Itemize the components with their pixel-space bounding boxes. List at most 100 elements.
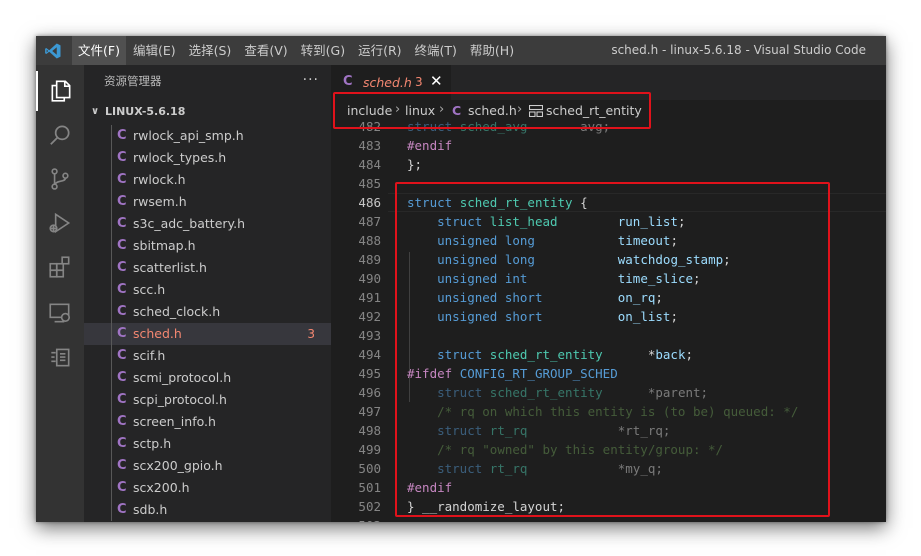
file-item[interactable]: Cscif.h — [84, 345, 331, 367]
line-number: 494 — [358, 347, 381, 362]
editor-scrollbar[interactable] — [871, 122, 885, 522]
code-line: 486 struct sched_rt_entity { — [331, 193, 886, 212]
line-number: 502 — [358, 499, 381, 514]
title-bar: 文件(F) 编辑(E) 选择(S) 查看(V) 转到(G) 运行(R) 终端(T) 帮助(H)… — [36, 36, 886, 65]
search-icon[interactable] — [36, 115, 84, 155]
breadcrumb: include › linux › C sched.h › sched_rt_e… — [331, 100, 886, 122]
line-number: 499 — [358, 442, 381, 457]
file-item[interactable]: Cscmi_protocol.h — [84, 367, 331, 389]
extensions-icon[interactable] — [36, 247, 84, 287]
file-item[interactable]: Csctp.h — [84, 433, 331, 455]
more-actions-icon[interactable]: ··· — [303, 65, 319, 95]
menu-item[interactable]: 帮助(H) — [464, 36, 520, 65]
folder-header[interactable]: ∨ LINUX-5.6.18 — [84, 101, 331, 123]
code-editor[interactable]: 482 struct sched_avg avg; 483 #endif 484}; 48… — [331, 122, 886, 522]
file-item[interactable]: Csched.h 3 — [84, 323, 331, 345]
breadcrumb-symbol[interactable]: sched_rt_entity — [546, 103, 642, 118]
menu-item[interactable]: 文件(F) — [72, 36, 126, 65]
menu-item[interactable]: 查看(V) — [238, 36, 293, 65]
c-file-icon: C — [117, 128, 127, 143]
timeline-icon[interactable] — [36, 337, 84, 377]
run-debug-icon[interactable] — [36, 203, 84, 243]
c-file-icon: C — [452, 103, 462, 118]
menu-item[interactable]: 终端(T) — [409, 36, 463, 65]
file-name: s3c_adc_battery.h — [133, 216, 246, 231]
menu-item[interactable]: 运行(R) — [352, 36, 407, 65]
c-file-icon: C — [117, 414, 127, 429]
file-item[interactable]: Cs3c_adc_battery.h — [84, 213, 331, 235]
tree-indent-guide — [111, 455, 112, 477]
code-text: unsigned short on_rq; — [437, 290, 663, 305]
c-file-icon: C — [117, 458, 127, 473]
file-name: rwlock.h — [133, 172, 186, 187]
tree-indent-guide — [111, 279, 112, 301]
code-text: }; — [407, 157, 423, 172]
file-item[interactable]: Cscpi_protocol.h — [84, 389, 331, 411]
tab-sched-h[interactable]: C sched.h 3 ✕ — [331, 65, 451, 100]
tree-indent-guide — [111, 345, 112, 367]
c-file-icon: C — [117, 150, 127, 165]
file-item[interactable]: Csched_clock.h — [84, 301, 331, 323]
file-item[interactable]: Crwlock.h — [84, 169, 331, 191]
file-item[interactable]: Cscx200.h — [84, 477, 331, 499]
c-file-icon: C — [343, 74, 353, 89]
tree-indent-guide — [111, 411, 112, 433]
code-text: struct list_head run_list; — [437, 214, 686, 229]
file-item[interactable]: Csdb.h — [84, 499, 331, 521]
code-text: unsigned int time_slice; — [437, 271, 701, 286]
file-item[interactable]: Cscatterlist.h — [84, 257, 331, 279]
code-line: 484}; — [331, 155, 886, 174]
code-text: #endif — [407, 138, 453, 153]
file-item[interactable]: Cscreen_info.h — [84, 411, 331, 433]
menu-bar: 文件(F) 编辑(E) 选择(S) 查看(V) 转到(G) 运行(R) 终端(T) 帮助(H) — [72, 36, 521, 65]
explorer-sidebar: 资源管理器 ··· ∨ LINUX-5.6.18 Crwlock_api_smp… — [84, 65, 331, 522]
tree-indent-guide — [111, 301, 112, 323]
line-number: 491 — [358, 290, 381, 305]
menu-item[interactable]: 编辑(E) — [127, 36, 182, 65]
breadcrumb-include[interactable]: include — [347, 103, 392, 118]
chevron-right-icon: › — [517, 102, 523, 117]
code-text: } __randomize_layout; — [407, 499, 566, 514]
line-number: 483 — [358, 138, 381, 153]
file-item[interactable]: Cscc.h — [84, 279, 331, 301]
file-name: rwsem.h — [133, 194, 187, 209]
code-line: 494 struct sched_rt_entity *back; — [331, 345, 886, 364]
tab-bar: C sched.h 3 ✕ — [331, 65, 886, 100]
chevron-right-icon: › — [439, 102, 445, 117]
menu-item[interactable]: 转到(G) — [295, 36, 351, 65]
tab-label: sched.h — [363, 75, 412, 90]
code-text: struct rt_rq *my_q; — [437, 461, 663, 476]
source-control-icon[interactable] — [36, 159, 84, 199]
menu-item[interactable]: 选择(S) — [183, 36, 238, 65]
code-line: 493 — [331, 326, 886, 345]
line-number: 485 — [358, 176, 381, 191]
explorer-icon[interactable] — [36, 71, 84, 111]
vscode-logo-icon — [45, 43, 61, 59]
file-item[interactable]: Crwsem.h — [84, 191, 331, 213]
activity-bar — [36, 65, 84, 522]
breadcrumb-file[interactable]: sched.h — [468, 103, 517, 118]
line-number: 497 — [358, 404, 381, 419]
code-text: unsigned long watchdog_stamp; — [437, 252, 731, 267]
tree-indent-guide — [111, 323, 112, 345]
code-line: 496 struct sched_rt_entity *parent; — [331, 383, 886, 402]
code-line: 502 } __randomize_layout; — [331, 497, 886, 516]
c-file-icon: C — [117, 282, 127, 297]
line-number: 484 — [358, 157, 381, 172]
code-text: /* rq "owned" by this entity/group: */ — [437, 442, 724, 457]
breadcrumb-linux[interactable]: linux — [405, 103, 435, 118]
line-number: 496 — [358, 385, 381, 400]
code-line: 489 unsigned long watchdog_stamp; — [331, 250, 886, 269]
close-icon[interactable]: ✕ — [430, 72, 443, 90]
code-line: 487 struct list_head run_list; — [331, 212, 886, 231]
file-name: sched_clock.h — [133, 304, 221, 319]
c-file-icon: C — [117, 172, 127, 187]
remote-explorer-icon[interactable] — [36, 293, 84, 333]
file-name: sbitmap.h — [133, 238, 196, 253]
file-item[interactable]: Crwlock_types.h — [84, 147, 331, 169]
file-item[interactable]: Crwlock_api_smp.h — [84, 125, 331, 147]
line-number: 493 — [358, 328, 381, 343]
file-item[interactable]: Cscx200_gpio.h — [84, 455, 331, 477]
file-item[interactable]: Csbitmap.h — [84, 235, 331, 257]
c-file-icon: C — [117, 238, 127, 253]
